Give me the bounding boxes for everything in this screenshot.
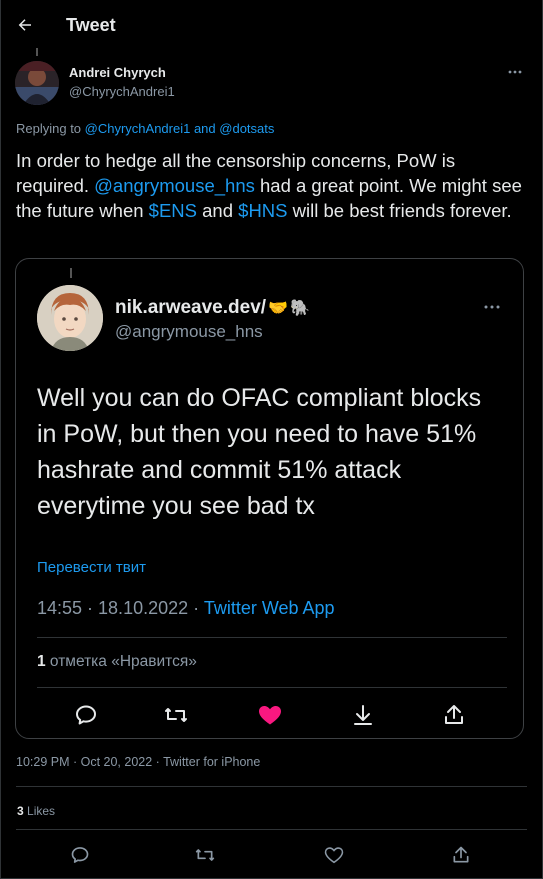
divider xyxy=(16,829,527,830)
page-title: Tweet xyxy=(66,15,116,35)
quote-bookmark-button[interactable] xyxy=(348,700,378,730)
likes-count[interactable]: 3 Likes xyxy=(17,804,55,818)
retweet-icon xyxy=(195,849,215,861)
quote-source-link[interactable]: Twitter Web App xyxy=(204,598,335,618)
quote-meta: 14:55 · 18.10.2022 · Twitter Web App xyxy=(37,598,335,619)
likes-label: Likes xyxy=(23,804,56,818)
quote-timestamp[interactable]: 14:55 · 18.10.2022 · xyxy=(37,598,204,618)
replying-user-link[interactable]: @dotsats xyxy=(219,121,274,136)
quote-likes-count: 1 xyxy=(37,653,46,670)
share-icon xyxy=(453,846,469,863)
reply-icon xyxy=(71,847,89,863)
handshake-emoji: 🤝 xyxy=(268,300,288,317)
tweet-text-part: and xyxy=(197,200,239,221)
cashtag-link[interactable]: $ENS xyxy=(149,200,197,221)
reply-icon xyxy=(76,705,96,725)
translate-tweet-link[interactable]: Перевести твит xyxy=(37,559,146,576)
cashtag-link[interactable]: $HNS xyxy=(238,200,287,221)
elephant-emoji: 🐘 xyxy=(289,300,310,317)
thread-line xyxy=(36,48,38,56)
author-handle[interactable]: @ChyrychAndrei1 xyxy=(69,84,175,99)
quoted-tweet[interactable]: nik.arweave.dev/ 🤝 🐘 @angrymouse_hns Wel… xyxy=(15,258,524,739)
quote-more-options-button[interactable] xyxy=(481,299,503,315)
quote-author-name[interactable]: nik.arweave.dev/ 🤝 🐘 xyxy=(115,297,310,319)
action-bar xyxy=(0,843,543,867)
divider xyxy=(37,637,507,638)
header: Tweet xyxy=(0,0,543,52)
avatar[interactable] xyxy=(15,61,59,105)
retweet-button[interactable] xyxy=(193,843,217,867)
mention-link[interactable]: @angrymouse_hns xyxy=(94,175,255,196)
retweet-icon xyxy=(165,708,187,722)
tweet-text-part: will be best friends forever. xyxy=(287,200,512,221)
more-icon xyxy=(508,70,522,74)
replying-prefix: Replying to xyxy=(16,121,85,136)
tweet-timestamp[interactable]: 10:29 PM · Oct 20, 2022 · Twitter for iP… xyxy=(16,755,260,769)
quote-retweet-button[interactable] xyxy=(161,700,191,730)
like-button[interactable] xyxy=(322,843,346,867)
share-button[interactable] xyxy=(449,843,473,867)
reply-button[interactable] xyxy=(68,843,92,867)
heart-icon xyxy=(324,847,344,864)
more-options-button[interactable] xyxy=(505,64,525,80)
arrow-left-icon xyxy=(18,19,31,31)
quote-reply-button[interactable] xyxy=(71,700,101,730)
replying-and[interactable]: and xyxy=(190,121,219,136)
tweet-text: In order to hedge all the censorship con… xyxy=(16,148,531,223)
author-name[interactable]: Andrei Chyrych xyxy=(69,65,166,80)
back-button[interactable] xyxy=(14,14,36,36)
quote-likes-label: отметка «Нравится» xyxy=(45,653,197,670)
share-icon xyxy=(445,705,463,724)
quote-author-handle[interactable]: @angrymouse_hns xyxy=(115,322,263,342)
quote-author-name-text: nik.arweave.dev/ xyxy=(115,297,267,318)
replying-user-link[interactable]: @ChyrychAndrei1 xyxy=(85,121,191,136)
quote-likes[interactable]: 1 отметка «Нравится» xyxy=(37,653,197,671)
more-icon xyxy=(484,305,500,309)
quote-avatar[interactable] xyxy=(37,285,103,351)
quote-text: Well you can do OFAC compliant blocks in… xyxy=(37,384,482,520)
quote-share-button[interactable] xyxy=(439,700,469,730)
download-arrow-icon xyxy=(354,705,372,725)
heart-filled-icon xyxy=(259,706,281,725)
quote-like-button[interactable] xyxy=(255,700,285,730)
divider xyxy=(37,687,507,688)
likes-number: 3 xyxy=(17,804,24,818)
divider xyxy=(16,786,527,787)
quote-thread-line xyxy=(70,268,72,278)
quote-action-bar xyxy=(16,700,525,730)
replying-to: Replying to @ChyrychAndrei1 and @dotsats xyxy=(16,121,274,136)
